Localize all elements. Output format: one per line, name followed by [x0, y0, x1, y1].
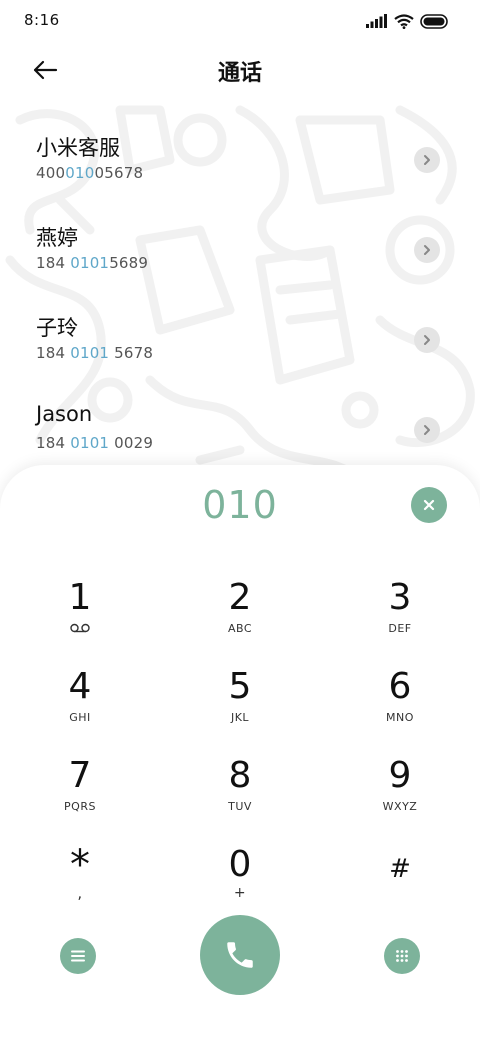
key-9[interactable]: 9 WXYZ: [340, 743, 460, 823]
key-letters: TUV: [228, 800, 252, 813]
wifi-icon: [394, 13, 414, 29]
contact-name: 小米客服: [36, 136, 120, 160]
key-8[interactable]: 8 TUV: [180, 743, 300, 823]
key-letters: WXYZ: [382, 800, 418, 813]
status-bar: 8:16: [0, 0, 480, 42]
detail-button[interactable]: [414, 147, 440, 173]
voicemail-icon: [70, 623, 90, 633]
key-digit: *: [70, 842, 90, 888]
dial-pad-sheet: 010 1 2 ABC 3 DEF 4 GHI 5 JKL 6 MNO 7 PQ…: [0, 465, 480, 1040]
key-0[interactable]: 0 +: [180, 832, 300, 912]
key-3[interactable]: 3 DEF: [340, 565, 460, 645]
signal-icon: [366, 14, 387, 28]
detail-button[interactable]: [414, 327, 440, 353]
chevron-right-icon: [424, 335, 430, 345]
chevron-right-icon: [424, 245, 430, 255]
keypad-icon: [396, 950, 408, 962]
contact-number: 184 01015689: [36, 254, 149, 272]
key-digit: 1: [68, 577, 92, 618]
key-hash[interactable]: #: [340, 832, 460, 912]
key-star[interactable]: * ,: [20, 832, 140, 912]
clear-button[interactable]: [411, 487, 447, 523]
contact-result[interactable]: 小米客服 40001005678: [0, 118, 480, 208]
key-digit: 0: [228, 844, 252, 885]
key-6[interactable]: 6 MNO: [340, 654, 460, 734]
dialed-number: 010: [202, 483, 278, 527]
contact-result[interactable]: 子玲 184 0101 5678: [0, 298, 480, 388]
contact-name: 子玲: [36, 316, 78, 340]
key-letters: DEF: [388, 622, 412, 635]
key-7[interactable]: 7 PQRS: [20, 743, 140, 823]
key-1[interactable]: 1: [20, 565, 140, 645]
call-button[interactable]: [200, 915, 280, 995]
menu-button[interactable]: [60, 938, 96, 974]
number-match: 0101: [70, 344, 110, 362]
number-match: 0101: [70, 254, 110, 272]
status-icons: [366, 12, 450, 30]
key-letters: ABC: [227, 622, 253, 635]
key-digit: 6: [388, 666, 412, 707]
key-letters: +: [233, 885, 247, 901]
key-5[interactable]: 5 JKL: [180, 654, 300, 734]
page-title: 通话: [217, 61, 262, 86]
contact-number: 40001005678: [36, 164, 144, 182]
key-digit: #: [389, 854, 411, 884]
key-digit: 5: [228, 666, 252, 707]
contact-result[interactable]: 燕婷 184 01015689: [0, 208, 480, 298]
key-digit: 4: [68, 666, 92, 707]
key-digit: 8: [228, 755, 252, 796]
contact-name: 燕婷: [36, 226, 78, 250]
contact-number: 184 0101 5678: [36, 344, 154, 362]
key-4[interactable]: 4 GHI: [20, 654, 140, 734]
clear-icon: [423, 499, 435, 511]
key-digit: 9: [388, 755, 412, 796]
key-letters: GHI: [69, 711, 91, 724]
key-digit: 2: [228, 577, 252, 618]
key-digit: 3: [388, 577, 412, 618]
detail-button[interactable]: [414, 237, 440, 263]
dialer-screen: 8:16 通话 小米客服 40001005678 燕婷 184 01015689…: [0, 0, 480, 1040]
key-digit: 7: [68, 755, 92, 796]
phone-icon: [227, 942, 253, 968]
chevron-right-icon: [424, 155, 430, 165]
keypad-toggle-button[interactable]: [384, 938, 420, 974]
detail-button[interactable]: [414, 417, 440, 443]
contact-name: Jason: [36, 402, 93, 426]
top-bar: 通话: [0, 42, 480, 98]
key-letters: MNO: [386, 711, 414, 724]
menu-icon: [71, 950, 85, 962]
key-letters: JKL: [230, 711, 250, 724]
number-match: 010: [65, 164, 95, 182]
key-2[interactable]: 2 ABC: [180, 565, 300, 645]
contact-number: 184 0101 0029: [36, 434, 154, 452]
battery-icon: [420, 13, 448, 29]
key-letters: PQRS: [64, 800, 96, 813]
chevron-right-icon: [424, 425, 430, 435]
dial-actions: [0, 915, 480, 1015]
number-match: 0101: [70, 434, 110, 452]
status-time: 8:16: [24, 11, 60, 29]
contact-results-list: 小米客服 40001005678 燕婷 184 01015689 子玲 184 …: [0, 118, 480, 478]
key-letters: ,: [77, 884, 83, 902]
